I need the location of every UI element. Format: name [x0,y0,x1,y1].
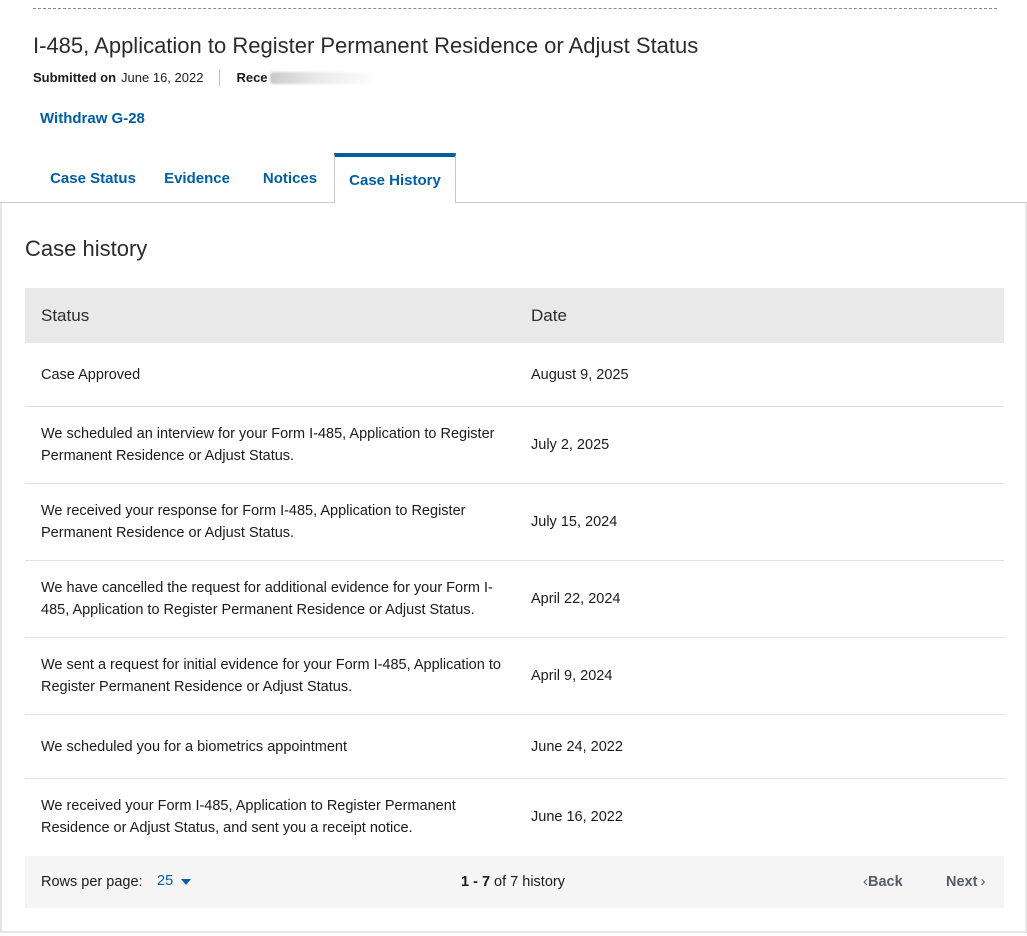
submitted-label: Submitted on [33,70,117,85]
table-row: We received your Form I-485, Application… [25,779,1004,856]
table-row: We scheduled you for a biometrics appoin… [25,715,1004,779]
tab-case-history[interactable]: Case History [334,153,456,203]
chevron-right-icon: › [980,873,986,890]
table-row: We scheduled an interview for your Form … [25,407,1004,484]
status-cell: We received your Form I-485, Application… [41,798,456,836]
status-cell: We have cancelled the request for additi… [41,580,493,618]
tab-notices[interactable]: Notices [250,153,330,203]
case-header: I-485, Application to Register Permanent… [33,33,1027,86]
status-cell: Case Approved [41,367,141,383]
withdraw-g28-link[interactable]: Withdraw G-28 [40,110,145,127]
range-rest: of 7 history [490,874,565,890]
table-row: We received your response for Form I-485… [25,484,1004,561]
column-header-date: Date [531,305,567,325]
receipt-number-redacted [269,71,380,84]
table-row: Case Approved August 9, 2025 [25,343,1004,407]
section-title: Case history [25,236,148,261]
top-divider [33,8,997,9]
date-cell: July 2, 2025 [531,437,610,453]
table-pagination: Rows per page: 25 1 - 7 of 7 history ‹ B… [25,856,1004,908]
column-header-status: Status [41,305,90,325]
panel-border [0,203,2,933]
date-cell: August 9, 2025 [531,367,629,383]
status-cell: We scheduled an interview for your Form … [41,426,495,464]
table-header: Status Date [25,288,1004,343]
case-tabs: Case Status Evidence Notices Case Histor… [0,153,1027,203]
table-row: We sent a request for initial evidence f… [25,638,1004,715]
pagination-range: 1 - 7 of 7 history [461,874,565,890]
status-cell: We scheduled you for a biometrics appoin… [41,739,348,755]
table-row: We have cancelled the request for additi… [25,561,1004,638]
status-cell: We received your response for Form I-485… [41,503,466,541]
case-meta: Submitted on June 16, 2022 Rece [33,69,1027,86]
next-button[interactable]: Next › [946,873,985,890]
tab-case-status[interactable]: Case Status [40,153,146,203]
tab-evidence[interactable]: Evidence [152,153,242,203]
meta-divider [219,69,221,86]
date-cell: April 22, 2024 [531,591,621,607]
caret-down-icon [181,879,192,885]
date-cell: April 9, 2024 [531,668,613,684]
date-cell: July 15, 2024 [531,514,618,530]
rows-per-page-select[interactable]: 25 [157,873,192,889]
next-label: Next [946,873,978,890]
range-bold: 1 - 7 [461,874,491,890]
back-button[interactable]: ‹ Back [863,873,903,890]
case-history-table: Status Date Case Approved August 9, 2025… [25,288,1004,856]
status-cell: We sent a request for initial evidence f… [41,657,501,695]
submitted-date: June 16, 2022 [121,70,204,85]
form-title: I-485, Application to Register Permanent… [33,33,699,58]
date-cell: June 16, 2022 [531,809,623,825]
date-cell: June 24, 2022 [531,739,623,755]
back-label: Back [868,873,903,890]
receipt-label: Rece [236,70,268,85]
rows-per-page-label: Rows per page: [41,874,143,890]
rows-per-page-value: 25 [157,873,174,889]
panel-border [0,931,1027,933]
